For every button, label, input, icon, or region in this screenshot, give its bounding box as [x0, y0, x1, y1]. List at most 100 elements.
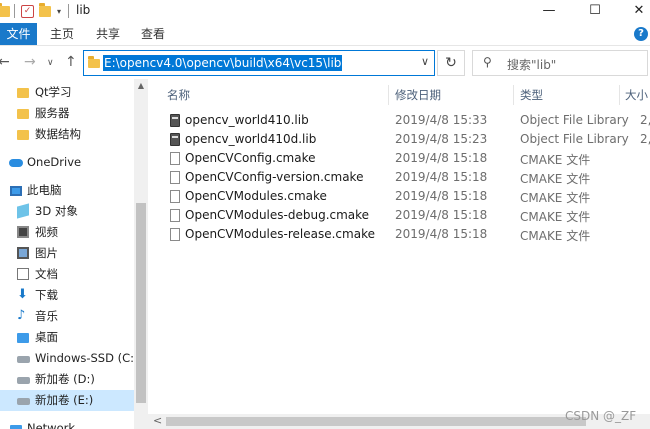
search-icon: ⚲ — [483, 55, 492, 69]
column-divider[interactable] — [513, 85, 514, 105]
file-size: 2, — [640, 113, 650, 127]
column-type[interactable]: 类型 — [520, 87, 543, 103]
new-folder-icon[interactable] — [39, 2, 51, 19]
cmake-file-icon — [170, 228, 180, 241]
file-row[interactable]: OpenCVModules.cmake 2019/4/8 15:18 CMAKE… — [148, 187, 650, 206]
sidebar-item-pictures[interactable]: 图片 — [0, 243, 134, 264]
file-row[interactable]: OpenCVModules-debug.cmake 2019/4/8 15:18… — [148, 206, 650, 225]
scroll-left-icon[interactable]: < — [153, 414, 162, 427]
file-type: Object File Library — [520, 113, 629, 127]
customize-toolbar-icon[interactable]: ▾ — [57, 3, 61, 19]
tab-file[interactable]: 文件 — [0, 23, 37, 45]
sidebar-item-label: 下载 — [35, 288, 58, 302]
column-size[interactable]: 大小 — [625, 87, 648, 103]
tab-view[interactable]: 查看 — [141, 23, 165, 45]
help-icon[interactable]: ? — [634, 27, 648, 41]
file-date: 2019/4/8 15:18 — [395, 170, 488, 184]
ribbon-tabs: 文件 主页 共享 查看 ? — [0, 22, 650, 46]
sidebar-item-label: 新加卷 (D:) — [35, 372, 95, 386]
sidebar-item-desktop[interactable]: 桌面 — [0, 327, 134, 348]
file-row[interactable]: OpenCVConfig.cmake 2019/4/8 15:18 CMAKE … — [148, 149, 650, 168]
sidebar-item-drive-c[interactable]: Windows-SSD (C:) — [0, 348, 138, 369]
cmake-file-icon — [170, 209, 180, 222]
sidebar-item-label: Network — [27, 421, 76, 429]
navigation-bar: ← → ∨ ↑ E:\opencv4.0\opencv\build\x64\vc… — [0, 47, 650, 79]
chevron-down-icon[interactable]: ∨ — [421, 55, 429, 68]
sidebar-item-data-structures[interactable]: 数据结构 — [0, 124, 134, 145]
watermark: CSDN @_ZF — [565, 409, 637, 423]
cloud-icon — [9, 159, 23, 167]
search-box[interactable]: ⚲ 搜索"lib" — [472, 50, 648, 76]
minimize-button[interactable]: — — [526, 0, 572, 22]
tab-home[interactable]: 主页 — [50, 23, 74, 45]
sidebar-item-label: 3D 对象 — [35, 204, 78, 218]
column-name[interactable]: 名称 — [167, 87, 190, 103]
folder-icon — [17, 88, 29, 98]
sidebar-item-label: Windows-SSD (C:) — [35, 351, 139, 365]
back-icon[interactable]: ← — [0, 54, 10, 70]
scrollbar-thumb[interactable] — [166, 417, 586, 426]
column-divider[interactable] — [388, 85, 389, 105]
document-icon — [17, 268, 29, 280]
file-row[interactable]: opencv_world410d.lib 2019/4/8 15:23 Obje… — [148, 130, 650, 149]
column-date[interactable]: 修改日期 — [395, 87, 441, 103]
file-name: OpenCVModules.cmake — [185, 189, 327, 203]
refresh-button[interactable]: ↻ — [437, 50, 465, 76]
sidebar-item-drive-e[interactable]: 新加卷 (E:) — [0, 390, 134, 411]
window-title: lib — [76, 3, 91, 17]
address-bar[interactable]: E:\opencv4.0\opencv\build\x64\vc15\lib ∨ — [83, 50, 435, 76]
file-date: 2019/4/8 15:18 — [395, 189, 488, 203]
search-input[interactable]: 搜索"lib" — [507, 56, 556, 73]
sidebar-item-label: 图片 — [35, 246, 58, 260]
file-name: opencv_world410d.lib — [185, 132, 317, 146]
file-name: OpenCVModules-debug.cmake — [185, 208, 370, 222]
sidebar-item-videos[interactable]: 视频 — [0, 222, 134, 243]
drive-icon — [17, 398, 30, 405]
close-button[interactable]: ✕ — [616, 0, 650, 22]
file-date: 2019/4/8 15:23 — [395, 132, 488, 146]
sidebar-item-this-pc[interactable]: 此电脑 — [0, 180, 134, 201]
sidebar-scrollbar[interactable]: ▲ — [134, 79, 148, 429]
forward-icon[interactable]: → — [24, 54, 36, 70]
sidebar-item-onedrive[interactable]: OneDrive — [0, 152, 134, 173]
sidebar-item-label: 桌面 — [35, 330, 58, 344]
file-date: 2019/4/8 15:33 — [395, 113, 488, 127]
sidebar-item-drive-d[interactable]: 新加卷 (D:) — [0, 369, 134, 390]
download-icon: ⬇ — [17, 287, 28, 302]
scrollbar-thumb[interactable] — [136, 203, 146, 403]
sidebar-item-label: 文档 — [35, 267, 58, 281]
file-row[interactable]: OpenCVConfig-version.cmake 2019/4/8 15:1… — [148, 168, 650, 187]
properties-icon[interactable]: ✓ — [21, 3, 34, 19]
sidebar-item-documents[interactable]: 文档 — [0, 264, 134, 285]
separator — [68, 3, 69, 19]
file-row[interactable]: opencv_world410.lib 2019/4/8 15:33 Objec… — [148, 111, 650, 130]
sidebar-item-network[interactable]: Network — [0, 418, 134, 429]
up-icon[interactable]: ↑ — [65, 54, 77, 70]
picture-icon — [17, 247, 29, 259]
sidebar-item-label: 服务器 — [35, 106, 70, 120]
computer-icon — [10, 186, 22, 196]
network-icon — [10, 425, 22, 429]
cmake-file-icon — [170, 152, 180, 165]
column-divider[interactable] — [619, 85, 620, 105]
video-icon — [17, 226, 29, 238]
separator — [14, 3, 15, 19]
file-row[interactable]: OpenCVModules-release.cmake 2019/4/8 15:… — [148, 225, 650, 244]
desktop-icon — [17, 333, 29, 343]
title-bar: ✓ ▾ lib — ☐ ✕ — [0, 0, 650, 22]
sidebar-item-server[interactable]: 服务器 — [0, 103, 134, 124]
sidebar-item-music[interactable]: ♪ 音乐 — [0, 306, 134, 327]
address-path[interactable]: E:\opencv4.0\opencv\build\x64\vc15\lib — [103, 55, 343, 71]
folder-icon — [88, 56, 100, 68]
sidebar-item-label: 视频 — [35, 225, 58, 239]
column-header: 名称 修改日期 类型 大小 — [148, 83, 650, 105]
scroll-up-icon[interactable]: ▲ — [134, 81, 148, 90]
library-file-icon — [170, 114, 180, 127]
library-file-icon — [170, 133, 180, 146]
maximize-button[interactable]: ☐ — [572, 0, 618, 22]
tab-share[interactable]: 共享 — [96, 23, 120, 45]
sidebar-item-3d-objects[interactable]: 3D 对象 — [0, 201, 134, 222]
sidebar-item-downloads[interactable]: ⬇ 下载 — [0, 285, 134, 306]
sidebar-item-qt[interactable]: Qt学习 — [0, 82, 134, 103]
recent-locations-icon[interactable]: ∨ — [47, 58, 54, 68]
